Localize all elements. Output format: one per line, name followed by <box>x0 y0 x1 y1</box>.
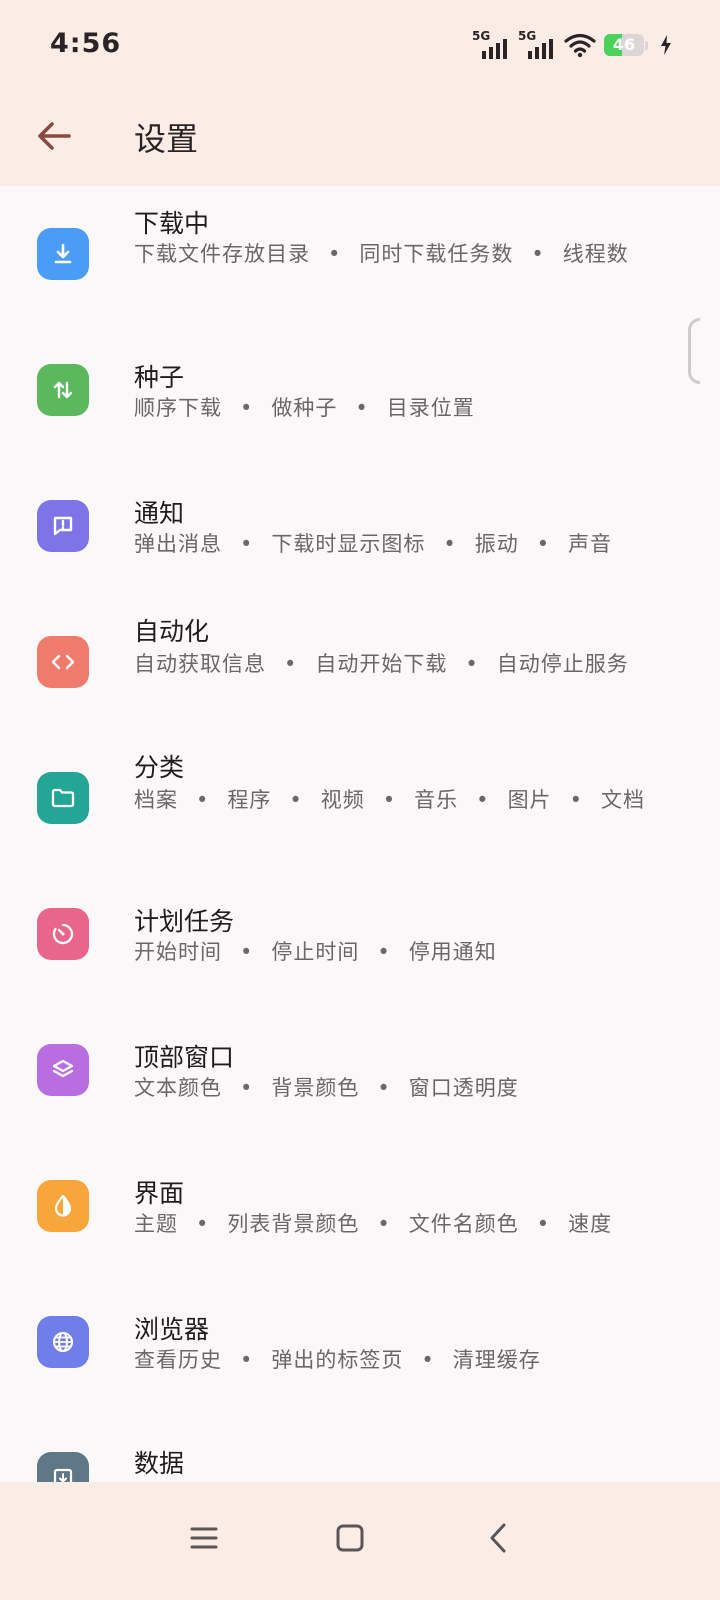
charging-bolt-icon <box>661 35 671 55</box>
status-time: 4:56 <box>50 28 122 59</box>
setting-title: 种子 <box>134 363 185 392</box>
swap-vertical-icon <box>37 364 89 416</box>
setting-item-torrent[interactable]: 种子 顺序下载 • 做种子 • 目录位置 <box>0 352 720 488</box>
setting-title: 顶部窗口 <box>134 1043 235 1072</box>
globe-icon <box>37 1316 89 1368</box>
battery-icon: 46 <box>604 34 648 56</box>
setting-item-top-window[interactable]: 顶部窗口 文本颜色 • 背景颜色 • 窗口透明度 <box>0 1034 720 1170</box>
status-bar: 4:56 5G 5G 46 <box>0 0 720 90</box>
setting-subtitle: 自动获取信息 • 自动开始下载 • 自动停止服务 <box>134 652 629 676</box>
recent-apps-button[interactable] <box>176 1510 232 1566</box>
page-title: 设置 <box>134 120 199 158</box>
app-bar: 设置 <box>0 90 720 186</box>
setting-subtitle: 查看历史 • 弹出的标签页 • 清理缓存 <box>134 1348 541 1372</box>
signal-icon: 5G <box>518 29 556 59</box>
setting-title: 自动化 <box>134 617 210 646</box>
setting-subtitle: 档案 • 程序 • 视频 • 音乐 • 图片 • 文档 <box>134 788 645 812</box>
setting-item-notification[interactable]: 通知 弹出消息 • 下载时显示图标 • 振动 • 声音 <box>0 488 720 624</box>
back-chevron-icon <box>490 1523 506 1553</box>
theme-drop-icon <box>37 1180 89 1232</box>
timer-icon <box>37 908 89 960</box>
setting-subtitle: 主题 • 列表背景颜色 • 文件名颜色 • 速度 <box>134 1212 613 1236</box>
setting-item-download[interactable]: 下载中 下载文件存放目录 • 同时下载任务数 • 线程数 <box>0 192 720 328</box>
folder-icon <box>37 772 89 824</box>
layers-icon <box>37 1044 89 1096</box>
download-icon <box>37 228 89 280</box>
home-button[interactable] <box>322 1510 378 1566</box>
home-square-icon <box>336 1524 364 1552</box>
menu-icon <box>190 1527 218 1549</box>
setting-item-category[interactable]: 分类 档案 • 程序 • 视频 • 音乐 • 图片 • 文档 <box>0 744 720 880</box>
message-alert-icon <box>37 500 89 552</box>
setting-title: 计划任务 <box>134 907 235 936</box>
setting-subtitle: 开始时间 • 停止时间 • 停用通知 <box>134 940 497 964</box>
system-back-button[interactable] <box>470 1510 526 1566</box>
archive-icon <box>37 1452 89 1482</box>
scrollbar[interactable] <box>688 318 700 384</box>
setting-title: 分类 <box>134 753 185 782</box>
setting-title: 下载中 <box>134 209 210 238</box>
setting-item-interface[interactable]: 界面 主题 • 列表背景颜色 • 文件名颜色 • 速度 <box>0 1170 720 1306</box>
signal-icon: 5G <box>472 29 510 59</box>
status-icons: 5G 5G 46 <box>472 29 672 60</box>
code-icon <box>37 636 89 688</box>
setting-item-data[interactable]: 数据 <box>0 1442 720 1482</box>
setting-title: 界面 <box>134 1179 185 1208</box>
settings-list[interactable]: 下载中 下载文件存放目录 • 同时下载任务数 • 线程数 种子 顺序下载 • 做种子 • 目录位… <box>0 186 720 1482</box>
setting-subtitle: 弹出消息 • 下载时显示图标 • 振动 • 声音 <box>134 532 613 556</box>
setting-subtitle: 文本颜色 • 背景颜色 • 窗口透明度 <box>134 1076 519 1100</box>
setting-item-automation[interactable]: 自动化 自动获取信息 • 自动开始下载 • 自动停止服务 <box>0 608 720 744</box>
setting-title: 通知 <box>134 499 185 528</box>
wifi-icon <box>564 33 596 58</box>
navigation-bar <box>0 1482 720 1600</box>
back-button[interactable] <box>28 110 80 162</box>
battery-level: 46 <box>612 35 636 54</box>
back-arrow-icon <box>38 122 71 150</box>
setting-title: 浏览器 <box>134 1315 210 1344</box>
setting-subtitle: 下载文件存放目录 • 同时下载任务数 • 线程数 <box>134 242 629 266</box>
setting-item-schedule[interactable]: 计划任务 开始时间 • 停止时间 • 停用通知 <box>0 898 720 1034</box>
setting-item-browser[interactable]: 浏览器 查看历史 • 弹出的标签页 • 清理缓存 <box>0 1306 720 1442</box>
setting-title: 数据 <box>134 1449 185 1478</box>
setting-subtitle: 顺序下载 • 做种子 • 目录位置 <box>134 396 475 420</box>
